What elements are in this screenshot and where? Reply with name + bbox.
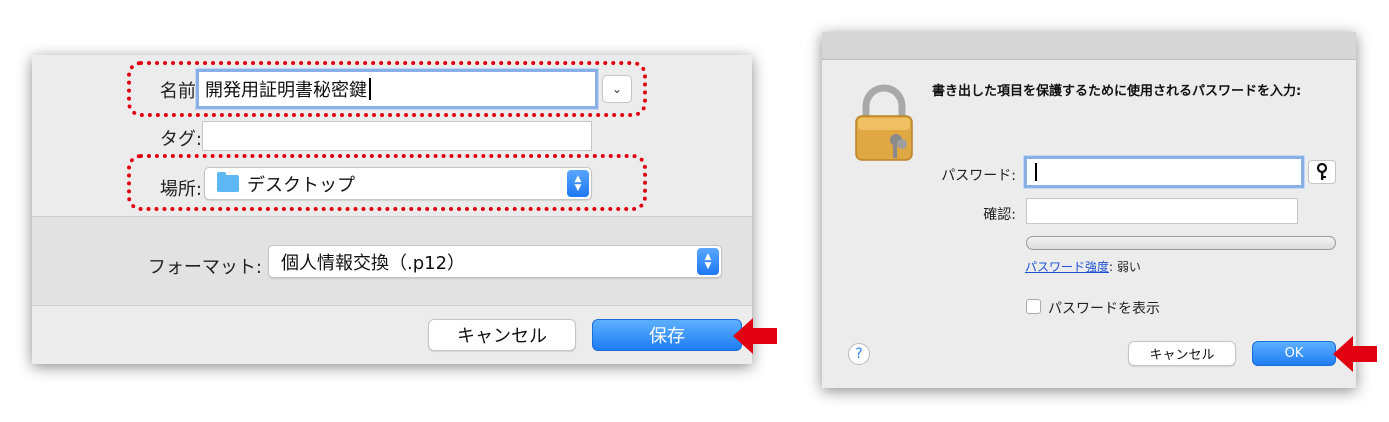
show-password-label[interactable]: パスワードを表示: [1048, 298, 1160, 318]
ok-button[interactable]: OK: [1252, 341, 1336, 366]
format-popup-value: 個人情報交換（.p12）: [281, 252, 466, 274]
cancel-button[interactable]: キャンセル: [1128, 341, 1236, 366]
verify-label: 確認:: [983, 207, 1016, 223]
lock-icon: [855, 84, 913, 161]
password-strength-link[interactable]: パスワード強度: [1025, 260, 1109, 274]
key-icon: [1316, 163, 1328, 180]
where-highlight-box: [127, 154, 647, 211]
title-bar: [822, 32, 1356, 60]
tags-input[interactable]: [202, 121, 592, 151]
arrow-left-icon: [733, 318, 777, 354]
password-dialog: 書き出した項目を保護するために使用されるパスワードを入力: パスワード: 確認:…: [822, 32, 1356, 388]
arrow-left-icon: [1333, 336, 1377, 372]
help-icon: ?: [855, 346, 863, 362]
show-password-checkbox[interactable]: [1026, 299, 1041, 314]
help-button[interactable]: ?: [848, 343, 870, 365]
stepper-icon: ▲ ▼: [697, 248, 719, 275]
password-label: パスワード:: [941, 168, 1016, 184]
password-strength-value: : 弱い: [1109, 260, 1141, 274]
text-caret: [1035, 163, 1037, 181]
password-strength-bar: [1026, 236, 1336, 250]
save-button[interactable]: 保存: [592, 319, 742, 351]
save-dialog: 名前: 開発用証明書秘密鍵 ⌄ タグ: 場所: デスクトップ ▲ ▼ フォーマット…: [32, 55, 752, 364]
cancel-button[interactable]: キャンセル: [428, 319, 576, 351]
password-prompt: 書き出した項目を保護するために使用されるパスワードを入力:: [932, 84, 1302, 99]
password-strength-text: パスワード強度: 弱い: [1025, 258, 1141, 275]
password-assistant-button[interactable]: [1308, 160, 1336, 184]
format-popup[interactable]: 個人情報交換（.p12） ▲ ▼: [268, 245, 722, 278]
name-highlight-box: [127, 61, 647, 117]
format-label: フォーマット:: [147, 257, 262, 278]
password-input[interactable]: [1024, 156, 1304, 188]
tags-label: タグ:: [159, 129, 202, 150]
verify-input[interactable]: [1026, 198, 1298, 224]
